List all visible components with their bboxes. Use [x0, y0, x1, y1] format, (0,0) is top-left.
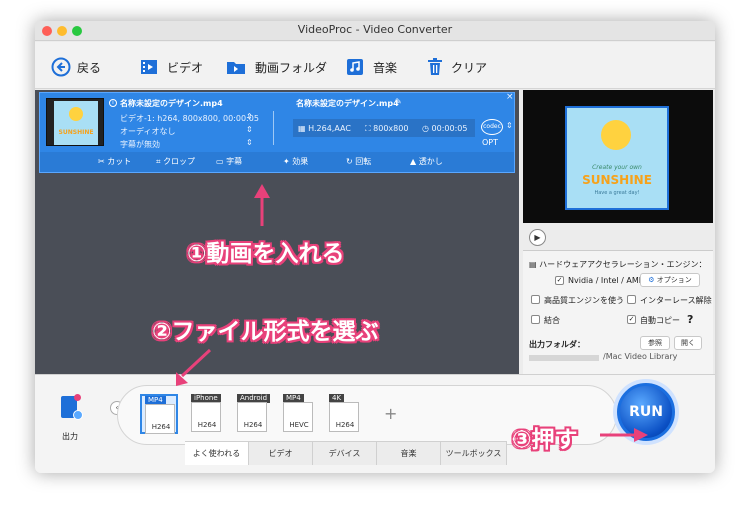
arrow-right-icon [600, 428, 648, 442]
arrow-up-icon [254, 184, 270, 226]
annotation-arrows [176, 184, 648, 442]
arrow-down-left-icon [176, 348, 212, 386]
